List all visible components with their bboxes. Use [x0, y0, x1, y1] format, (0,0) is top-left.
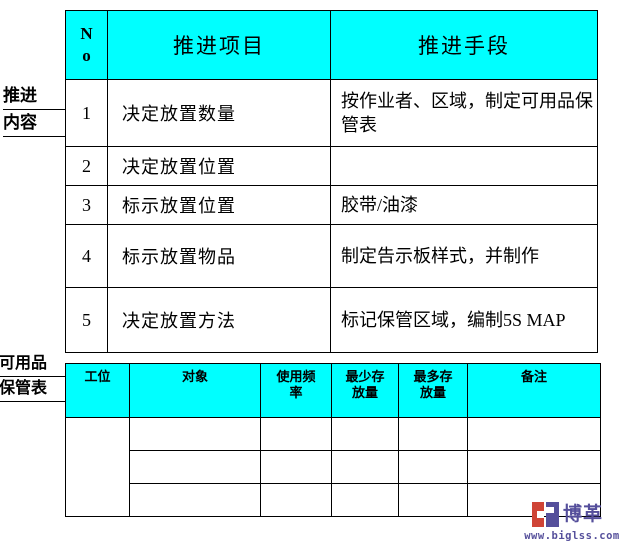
table-row: 4 标示放置物品 制定告示板样式，并制作	[65, 224, 598, 288]
column-header-remark: 备注	[467, 363, 601, 418]
label-usable-item-table-line1: 可用品	[0, 352, 71, 377]
row-2-item: 决定放置位置	[107, 146, 331, 186]
row-1-no: 1	[65, 79, 108, 147]
column-header-no-line2: o	[82, 46, 91, 65]
storage-row-3-min-qty[interactable]	[331, 483, 399, 517]
brand-name: 博革	[563, 503, 604, 525]
brand-logo: 博革 www.biglss.com	[524, 500, 620, 546]
storage-row-1-max-qty[interactable]	[398, 417, 468, 451]
brand-mark-right-glyph	[546, 501, 559, 527]
storage-row-2-frequency[interactable]	[260, 450, 332, 484]
storage-row-2-remark[interactable]	[467, 450, 601, 484]
storage-row-1-remark[interactable]	[467, 417, 601, 451]
row-4-no: 4	[65, 224, 108, 288]
row-3-means: 胶带/油漆	[330, 185, 598, 225]
label-usable-item-table-line2: 保管表	[0, 377, 71, 402]
column-header-remark-line1: 备注	[520, 369, 547, 384]
storage-row-3-max-qty[interactable]	[398, 483, 468, 517]
storage-row-3-object[interactable]	[129, 483, 261, 517]
table-row: 2 决定放置位置	[65, 146, 598, 186]
column-header-min-qty-line1: 最少存	[345, 369, 385, 384]
storage-row-2-min-qty[interactable]	[331, 450, 399, 484]
column-header-max-qty-line1: 最多存	[413, 369, 453, 384]
row-5-item: 决定放置方法	[107, 287, 331, 353]
brand-mark-icon	[532, 501, 559, 527]
brand-mark-left-glyph	[532, 501, 544, 527]
storage-row-station-merged[interactable]	[65, 417, 130, 517]
row-2-no: 2	[65, 146, 108, 186]
column-header-max-qty-line2: 放量	[419, 385, 446, 400]
label-promotion-content-line1: 推进	[3, 83, 65, 110]
column-header-means: 推进手段	[330, 10, 598, 80]
row-3-item: 标示放置位置	[107, 185, 331, 225]
column-header-station: 工位	[65, 363, 130, 418]
row-2-means	[330, 146, 598, 186]
column-header-frequency-line1: 使用频	[276, 369, 316, 384]
row-1-item: 决定放置数量	[107, 79, 331, 147]
storage-row-1-min-qty[interactable]	[331, 417, 399, 451]
row-5-means: 标记保管区域，编制5S MAP	[330, 287, 598, 353]
column-header-no-line1: N	[80, 24, 93, 43]
table-row	[65, 417, 601, 517]
table-row	[66, 450, 601, 484]
row-4-means: 制定告示板样式，并制作	[330, 224, 598, 288]
column-header-object-line1: 对象	[181, 369, 208, 384]
brand-logo-row: 博革	[524, 500, 620, 528]
row-5-no: 5	[65, 287, 108, 353]
column-header-object: 对象	[129, 363, 261, 418]
label-promotion-content-line2: 内容	[3, 110, 65, 137]
table-row: 3 标示放置位置 胶带/油漆	[65, 185, 598, 225]
column-header-max-qty: 最多存 放量	[398, 363, 468, 418]
label-usable-item-table: 可用品 保管表	[0, 352, 71, 402]
brand-url: www.biglss.com	[524, 530, 620, 542]
storage-row-1-object[interactable]	[129, 417, 261, 451]
storage-table-header-row: 工位 对象 使用频 率 最少存 放量 最多存 放量 备注	[65, 363, 601, 418]
table-row: 1 决定放置数量 按作业者、区域，制定可用品保管表	[65, 79, 598, 147]
storage-row-2-max-qty[interactable]	[398, 450, 468, 484]
column-header-min-qty: 最少存 放量	[331, 363, 399, 418]
row-4-item: 标示放置物品	[107, 224, 331, 288]
promotion-table: N o 推进项目 推进手段 1 决定放置数量 按作业者、区域，制定可用品保管表 …	[65, 10, 598, 353]
column-header-item: 推进项目	[107, 10, 331, 80]
slide-canvas: 推进 内容 可用品 保管表 N o 推进项目 推进手段 1 决定放置数量 按作业…	[0, 0, 620, 550]
row-3-no: 3	[65, 185, 108, 225]
storage-row-2-object[interactable]	[129, 450, 261, 484]
column-header-min-qty-line2: 放量	[351, 385, 378, 400]
column-header-frequency-line2: 率	[289, 385, 303, 400]
table-row: 5 决定放置方法 标记保管区域，编制5S MAP	[65, 287, 598, 353]
promotion-table-header-row: N o 推进项目 推进手段	[65, 10, 598, 80]
label-promotion-content: 推进 内容	[3, 83, 65, 137]
row-1-means: 按作业者、区域，制定可用品保管表	[330, 79, 598, 147]
storage-row-1-frequency[interactable]	[260, 417, 332, 451]
column-header-no: N o	[65, 10, 108, 80]
column-header-station-line1: 工位	[84, 369, 111, 384]
storage-row-3-frequency[interactable]	[260, 483, 332, 517]
column-header-frequency: 使用频 率	[260, 363, 332, 418]
table-row	[66, 483, 601, 517]
storage-table: 工位 对象 使用频 率 最少存 放量 最多存 放量 备注	[65, 363, 601, 517]
